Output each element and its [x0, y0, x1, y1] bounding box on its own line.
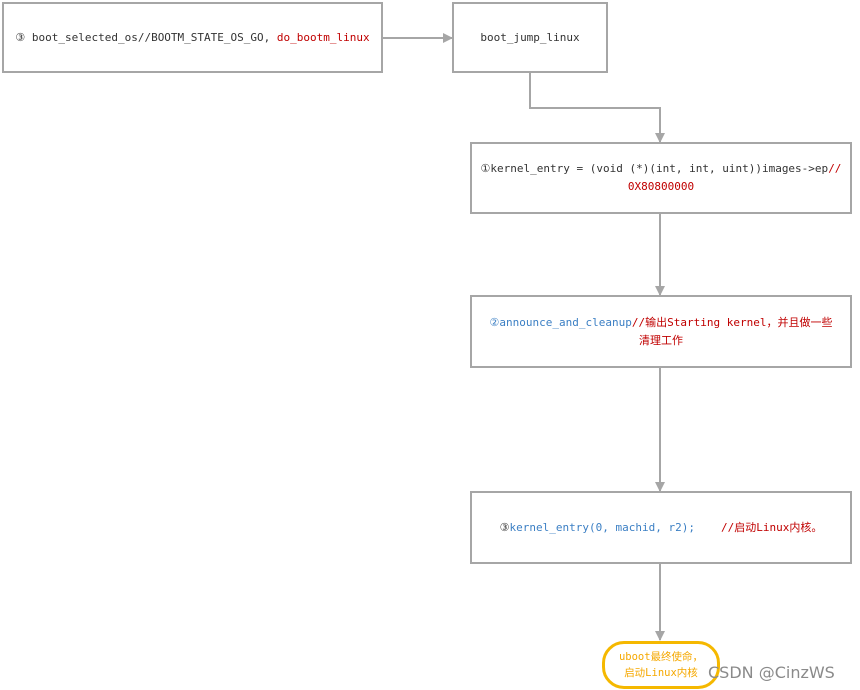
node-comment: // — [828, 162, 842, 175]
node-comment: //输出Starting kernel，并且做一些 — [631, 315, 833, 329]
node-code-text: kernel_entry = (void (*)(int, int, uint)… — [490, 162, 829, 175]
arrow-n2-to-n3 — [529, 73, 665, 143]
node-kernel-entry-assign: ①kernel_entry = (void (*)(int, int, uint… — [470, 142, 852, 214]
node-boot-jump-linux: boot_jump_linux — [452, 2, 608, 73]
node-final-line1: uboot最终使命， — [618, 651, 704, 663]
node-comment: //启动Linux内核。 — [720, 520, 823, 534]
node-code-text: boot_selected_os//BOOTM_STATE_OS_GO, — [31, 30, 277, 44]
node-function-call: kernel_entry(0, machid, r2); — [509, 520, 695, 534]
node-kernel-entry-call: ③kernel_entry(0, machid, r2); //启动Linux内核… — [470, 491, 852, 564]
node-boot-selected-os: ③ boot_selected_os//BOOTM_STATE_OS_GO, d… — [2, 2, 383, 73]
node-function-name: announce_and_cleanup — [499, 315, 632, 329]
node-final-line2: 启动Linux内核 — [624, 667, 698, 679]
node-code-text: boot_jump_linux — [480, 30, 580, 44]
node-step-number: ③ — [499, 520, 510, 534]
node-step-number: ① — [480, 162, 491, 175]
node-final-mission: uboot最终使命， 启动Linux内核 — [602, 641, 720, 689]
node-announce-and-cleanup: ②announce_and_cleanup//输出Starting kernel… — [470, 295, 852, 368]
node-comment-address: 0X80800000 — [627, 180, 695, 193]
node-step-number: ② — [489, 315, 500, 329]
watermark: CSDN @CinzWS — [708, 663, 835, 682]
node-function-name: do_bootm_linux — [276, 30, 370, 44]
node-comment-continued: 清理工作 — [638, 333, 683, 347]
node-step-number: ③ — [15, 30, 32, 44]
